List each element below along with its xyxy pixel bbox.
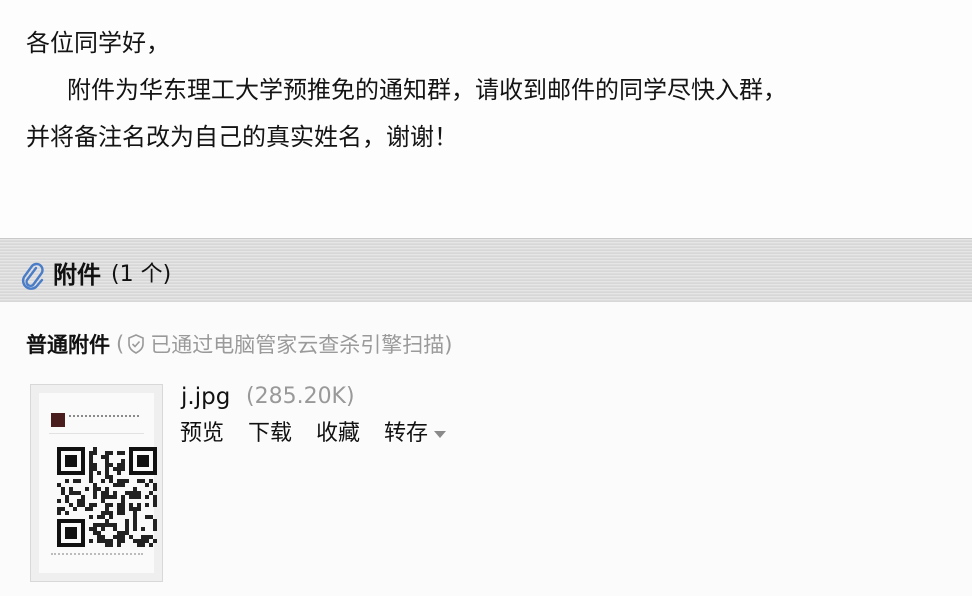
thumbnail-canvas: [39, 393, 157, 573]
attachments-count: (1 个): [111, 262, 172, 287]
email-body: 各位同学好， 附件为华东理工大学预推免的通知群，请收到邮件的同学尽快入群， 并将…: [0, 0, 972, 238]
shield-check-icon: [128, 334, 145, 354]
scan-status: ( 已通过电脑管家云查杀引擎扫描): [116, 329, 452, 359]
qr-code-image: [57, 447, 157, 547]
download-link[interactable]: 下载: [248, 419, 292, 449]
thumbnail-logo: [51, 413, 65, 427]
preview-link[interactable]: 预览: [180, 419, 224, 449]
thumbnail-divider: [49, 433, 144, 434]
attachment-actions: 预览 下载 收藏 转存: [180, 419, 470, 449]
favorite-link[interactable]: 收藏: [316, 419, 360, 449]
greeting-text: 各位同学好，: [26, 29, 170, 57]
attachment-filename[interactable]: j.jpg: [181, 382, 230, 412]
body-text-line-2: 并将备注名改为自己的真实姓名，谢谢！: [26, 123, 458, 151]
save-to-label: 转存: [384, 421, 429, 446]
scan-status-text: 已通过电脑管家云查杀引擎扫描): [150, 333, 453, 357]
scan-open-paren: (: [116, 332, 125, 356]
attachment-thumbnail[interactable]: [30, 384, 163, 582]
paperclip-icon: [21, 262, 44, 290]
save-to-dropdown[interactable]: 转存: [384, 419, 447, 449]
dropdown-caret-icon: [434, 430, 447, 438]
attachment-filesize: (285.20K): [246, 384, 355, 409]
normal-attachment-label: 普通附件: [26, 333, 110, 357]
body-text-line-1: 附件为华东理工大学预推免的通知群，请收到邮件的同学尽快入群，: [67, 76, 787, 104]
thumbnail-footer-lines: [51, 553, 143, 559]
attachments-title: 附件: [53, 261, 101, 289]
thumbnail-title-lines: [69, 415, 139, 425]
attachment-type-row: 普通附件 ( 已通过电脑管家云查杀引擎扫描): [26, 328, 452, 360]
